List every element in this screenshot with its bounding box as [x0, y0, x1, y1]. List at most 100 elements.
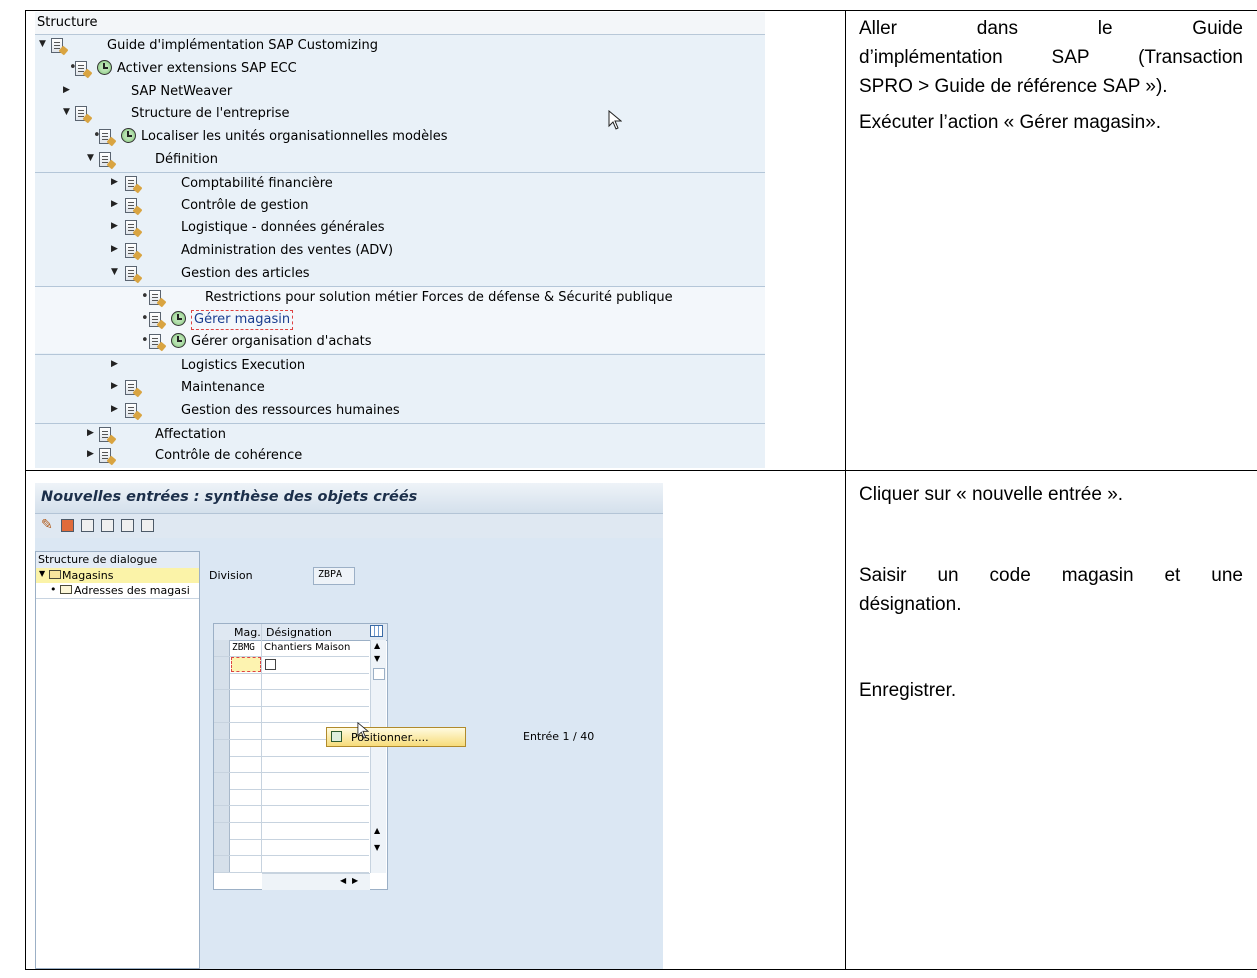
scroll-down-icon[interactable]: ▼	[374, 654, 380, 663]
tree-node[interactable]: ▼ Gestion des articles	[35, 263, 765, 285]
expand-toggle-icon[interactable]: ▶	[111, 381, 118, 391]
row-selector[interactable]	[214, 689, 230, 706]
documentation-icon[interactable]	[51, 38, 63, 53]
documentation-icon[interactable]	[125, 243, 137, 259]
tree-node-label[interactable]: Gérer organisation d'achats	[191, 334, 372, 349]
execute-activity-icon[interactable]	[121, 128, 136, 144]
tree-node-label[interactable]: Logistique - données générales	[181, 220, 385, 235]
next-entry-icon[interactable]	[121, 519, 134, 532]
cell-designation[interactable]: Chantiers Maison	[264, 642, 350, 653]
row-selector[interactable]	[214, 806, 230, 822]
tree-node[interactable]: ▶ Gestion des ressources humaines	[35, 400, 765, 422]
expand-toggle-icon[interactable]: ▶	[87, 428, 94, 438]
documentation-icon[interactable]	[125, 220, 137, 236]
previous-entry-icon[interactable]	[101, 519, 114, 532]
dialog-node-magasins[interactable]: ▼ Magasins	[36, 568, 199, 583]
table-row[interactable]	[214, 789, 369, 807]
tree-node[interactable]: ▶ Affectation	[35, 422, 765, 446]
position-button[interactable]: Positionner.....	[326, 722, 466, 747]
tree-node[interactable]: ▶ Comptabilité financière	[35, 171, 765, 195]
expand-toggle-icon[interactable]: ▶	[63, 85, 70, 95]
documentation-icon[interactable]	[149, 334, 161, 350]
dialog-node-adresses[interactable]: • Adresses des magasi	[36, 583, 199, 599]
tree-node-label[interactable]: Affectation	[155, 427, 226, 442]
tree-node[interactable]: • Restrictions pour solution métier Force…	[35, 285, 765, 309]
row-selector[interactable]	[214, 789, 230, 806]
execute-activity-icon[interactable]	[171, 333, 186, 349]
column-header-designation[interactable]: Désignation	[266, 626, 332, 639]
tree-node[interactable]: • Localiser les unités organisationnelles…	[35, 126, 765, 148]
execute-activity-icon[interactable]	[171, 310, 186, 326]
scroll-right-icon[interactable]: ▶	[352, 876, 358, 885]
documentation-icon[interactable]	[99, 426, 111, 442]
row-selector[interactable]	[214, 706, 230, 723]
row-selector[interactable]	[214, 656, 230, 673]
table-row[interactable]	[214, 756, 369, 774]
table-row[interactable]	[214, 806, 369, 823]
documentation-icon[interactable]	[125, 266, 137, 281]
row-selector[interactable]	[214, 772, 230, 789]
scroll-thumb[interactable]	[373, 668, 385, 680]
tree-node[interactable]: • Gérer magasin	[35, 308, 765, 331]
table-row[interactable]	[214, 839, 369, 857]
execute-activity-icon[interactable]	[97, 59, 112, 75]
tree-node[interactable]: ▼ Définition	[35, 149, 765, 171]
table-row[interactable]	[214, 673, 369, 691]
table-row[interactable]	[214, 706, 369, 724]
expand-toggle-icon[interactable]: ▶	[87, 449, 94, 459]
table-row[interactable]	[214, 689, 369, 707]
tree-node[interactable]: ▶ SAP NetWeaver	[35, 81, 765, 103]
tree-node[interactable]: ▶ Maintenance	[35, 377, 765, 399]
tree-node[interactable]: ▶ Contrôle de gestion	[35, 195, 765, 217]
tree-node-label[interactable]: Activer extensions SAP ECC	[117, 61, 297, 76]
column-header-mag[interactable]: Mag.	[234, 626, 261, 639]
documentation-icon[interactable]	[99, 129, 111, 145]
documentation-icon[interactable]	[149, 311, 161, 327]
tree-node-label[interactable]: SAP NetWeaver	[131, 84, 232, 99]
table-row[interactable]: ZBMG Chantiers Maison	[214, 640, 369, 657]
tree-node[interactable]: ▶ Logistics Execution	[35, 354, 765, 377]
documentation-icon[interactable]	[125, 197, 137, 213]
expand-toggle-icon[interactable]: ▶	[111, 404, 118, 414]
table-row[interactable]	[214, 772, 369, 790]
table-settings-icon[interactable]	[370, 625, 383, 637]
tree-node-label[interactable]: Comptabilité financière	[181, 176, 333, 191]
collapse-toggle-icon[interactable]: ▼	[39, 39, 46, 49]
tree-node-label[interactable]: Maintenance	[181, 380, 265, 395]
table-row[interactable]	[214, 855, 369, 873]
documentation-icon[interactable]	[99, 152, 111, 167]
cell-mag[interactable]: ZBMG	[232, 642, 255, 653]
scroll-left-icon[interactable]: ◀	[340, 876, 346, 885]
tree-node-label[interactable]: Définition	[155, 152, 218, 167]
value-help-icon[interactable]	[265, 658, 276, 670]
scroll-up-icon[interactable]: ▲	[374, 641, 380, 650]
edit-icon[interactable]: ✎	[41, 517, 53, 533]
tree-node-label[interactable]: Gérer magasin	[191, 309, 294, 330]
scroll-down-icon[interactable]: ▼	[374, 843, 380, 852]
tree-node[interactable]: ▶ Logistique - données générales	[35, 217, 765, 239]
documentation-icon[interactable]	[125, 380, 137, 395]
collapse-toggle-icon[interactable]: ▼	[87, 153, 94, 163]
row-selector[interactable]	[214, 640, 230, 656]
tree-node-label[interactable]: Administration des ventes (ADV)	[181, 243, 393, 258]
expand-toggle-icon[interactable]: ▶	[111, 177, 118, 187]
tree-node[interactable]: ▼ Structure de l'entreprise	[35, 103, 765, 125]
select-all-icon[interactable]	[141, 519, 154, 532]
documentation-icon[interactable]	[99, 448, 111, 464]
row-selector[interactable]	[214, 723, 230, 739]
collapse-toggle-icon[interactable]: ▼	[63, 107, 70, 117]
expand-toggle-icon[interactable]: ▶	[111, 244, 118, 254]
vertical-scrollbar[interactable]: ▲ ▼ ▲ ▼	[370, 640, 386, 873]
documentation-icon[interactable]	[75, 60, 87, 76]
row-selector[interactable]	[214, 839, 230, 856]
scroll-up-icon[interactable]: ▲	[374, 826, 380, 835]
tree-node[interactable]: ▶ Administration des ventes (ADV)	[35, 240, 765, 262]
tree-node-label[interactable]: Logistics Execution	[181, 358, 305, 373]
tree-node[interactable]: ▼ Guide d'implémentation SAP Customizing	[35, 35, 765, 57]
tree-node[interactable]: ▶ Contrôle de cohérence	[35, 445, 765, 467]
table-row[interactable]	[214, 656, 369, 674]
tree-node-label[interactable]: Localiser les unités organisationnelles …	[141, 129, 448, 144]
expand-toggle-icon[interactable]: ▼	[39, 569, 45, 578]
expand-toggle-icon[interactable]: ▶	[111, 221, 118, 231]
tree-node-label[interactable]: Guide d'implémentation SAP Customizing	[107, 38, 378, 53]
